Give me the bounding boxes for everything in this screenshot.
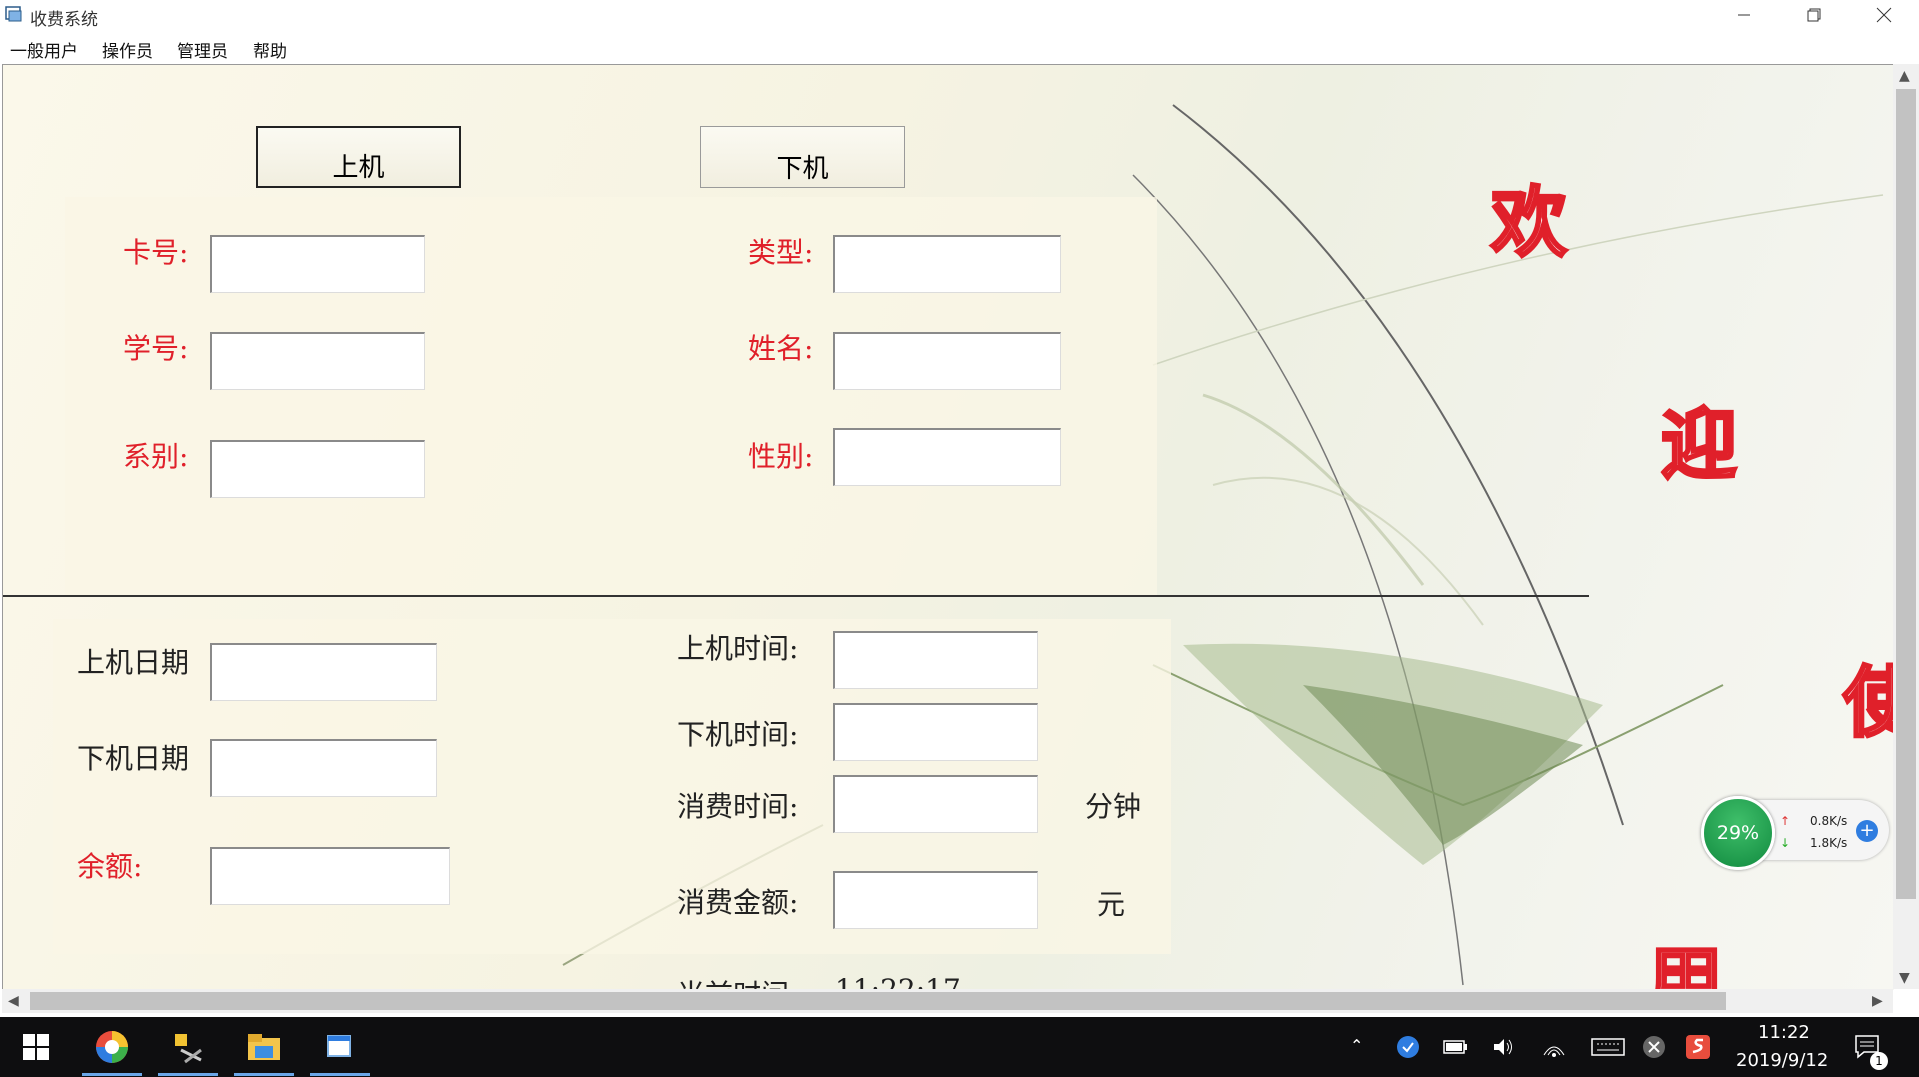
restore-icon xyxy=(1807,8,1821,22)
menu-help[interactable]: 帮助 xyxy=(253,37,287,62)
welcome-char-4: 用 xyxy=(1646,938,1725,990)
consume-amount-label: 消费金额: xyxy=(677,886,799,919)
horizontal-scroll-thumb[interactable] xyxy=(30,992,1726,1010)
balance-input[interactable] xyxy=(210,847,450,905)
logoff-date-input[interactable] xyxy=(210,739,437,797)
menu-bar: 一般用户 操作员 管理员 帮助 xyxy=(0,31,1919,62)
student-no-input[interactable] xyxy=(210,332,425,390)
yuan-unit: 元 xyxy=(1097,888,1126,921)
menu-general-user[interactable]: 一般用户 xyxy=(10,37,78,62)
input-method-icon[interactable] xyxy=(1676,1025,1720,1069)
tray-chevron-icon[interactable]: ⌃ xyxy=(1350,1036,1363,1055)
scroll-left-icon[interactable]: ◀ xyxy=(8,993,19,1009)
card-no-label: 卡号: xyxy=(123,236,189,269)
vertical-scroll-thumb[interactable] xyxy=(1896,89,1916,899)
windows-start-icon[interactable] xyxy=(14,1025,58,1069)
upload-speed: 0.8K/s xyxy=(1810,814,1848,828)
close-circle-icon[interactable] xyxy=(1632,1025,1676,1069)
download-arrow-icon: ↓ xyxy=(1780,836,1791,850)
upload-arrow-icon: ↑ xyxy=(1780,814,1791,828)
logon-time-label: 上机时间: xyxy=(677,632,799,665)
active-underline xyxy=(82,1073,142,1076)
logoff-time-label: 下机时间: xyxy=(677,718,799,751)
active-underline xyxy=(158,1073,218,1076)
clock-date[interactable]: 2019/9/12 xyxy=(1736,1050,1828,1071)
section-divider xyxy=(3,595,1589,597)
file-explorer-icon[interactable] xyxy=(242,1025,286,1069)
close-icon xyxy=(1876,7,1892,23)
current-time-value: 11:22:17 xyxy=(835,973,961,990)
scroll-up-icon[interactable]: ▲ xyxy=(1899,68,1910,84)
dept-input[interactable] xyxy=(210,440,425,498)
type-input[interactable] xyxy=(833,235,1061,293)
active-underline xyxy=(310,1073,370,1076)
consume-time-input[interactable] xyxy=(833,775,1038,833)
battery-icon[interactable] xyxy=(1434,1025,1478,1069)
volume-icon[interactable] xyxy=(1482,1025,1526,1069)
gender-input[interactable] xyxy=(833,428,1061,486)
wifi-icon[interactable] xyxy=(1532,1025,1576,1069)
browser-icon[interactable] xyxy=(90,1025,134,1069)
scroll-right-icon[interactable]: ▶ xyxy=(1872,993,1883,1009)
keyboard-icon[interactable] xyxy=(1586,1025,1630,1069)
dept-label: 系别: xyxy=(123,440,189,473)
window-title: 收费系统 xyxy=(30,10,98,30)
menu-operator[interactable]: 操作员 xyxy=(102,37,153,62)
balance-label: 余额: xyxy=(77,850,143,883)
app-icon xyxy=(5,5,23,23)
type-label: 类型: xyxy=(748,236,814,269)
cpu-usage-ball[interactable]: 29% xyxy=(1701,796,1775,870)
welcome-char-3: 使 xyxy=(1842,663,1895,742)
title-bar: 收费系统 xyxy=(0,0,1919,30)
logon-date-input[interactable] xyxy=(210,643,437,701)
logon-time-input[interactable] xyxy=(833,631,1038,689)
logon-date-label: 上机日期 xyxy=(77,646,190,679)
minutes-unit: 分钟 xyxy=(1085,790,1142,823)
student-no-label: 学号: xyxy=(123,332,189,365)
restore-button[interactable] xyxy=(1779,0,1849,30)
close-button[interactable] xyxy=(1849,0,1919,30)
consume-amount-input[interactable] xyxy=(833,871,1038,929)
scroll-down-icon[interactable]: ▼ xyxy=(1899,970,1910,986)
welcome-char-1: 欢 xyxy=(1490,178,1569,267)
menu-admin[interactable]: 管理员 xyxy=(177,37,228,62)
clock-time[interactable]: 11:22 xyxy=(1758,1022,1810,1043)
app-window-icon[interactable] xyxy=(318,1025,362,1069)
tray-app-icon[interactable] xyxy=(1386,1025,1430,1069)
plus-icon[interactable]: + xyxy=(1856,820,1878,842)
logoff-time-input[interactable] xyxy=(833,703,1038,761)
gender-label: 性别: xyxy=(748,440,814,473)
logoff-button[interactable]: 下机 xyxy=(700,126,905,188)
active-underline xyxy=(234,1073,294,1076)
notification-count-badge: 1 xyxy=(1870,1052,1888,1070)
consume-time-label: 消费时间: xyxy=(677,790,799,823)
card-no-input[interactable] xyxy=(210,235,425,293)
minimize-button[interactable] xyxy=(1709,0,1779,30)
dev-tools-icon[interactable] xyxy=(166,1025,210,1069)
main-form: 上机 下机 卡号: 类型: 学号: 姓名: 系别: 性别: 上机日期 下机日期 … xyxy=(2,64,1894,990)
welcome-char-2: 迎 xyxy=(1660,400,1739,489)
name-input[interactable] xyxy=(833,332,1061,390)
download-speed: 1.8K/s xyxy=(1810,836,1848,850)
name-label: 姓名: xyxy=(748,332,814,365)
logon-button[interactable]: 上机 xyxy=(256,126,461,188)
minimize-icon xyxy=(1738,14,1750,16)
logoff-date-label: 下机日期 xyxy=(77,742,190,775)
current-time-label: 当前时间 xyxy=(677,973,789,990)
